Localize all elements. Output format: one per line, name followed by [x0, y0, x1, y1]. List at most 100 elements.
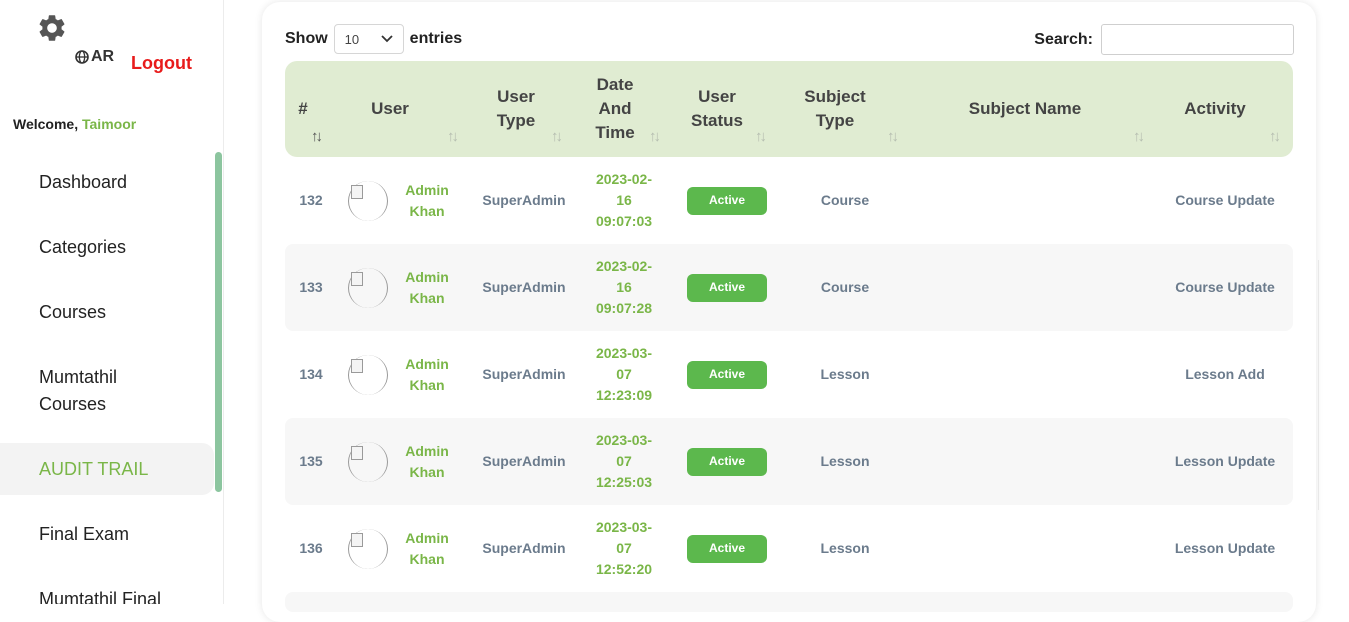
cell-date-time: 2023-02- 16 09:07:28	[583, 244, 665, 331]
table-row[interactable]: 136 Admin Khan SuperAdmin 2023-03- 07 12…	[285, 505, 1293, 592]
sidebar-item-mumtathil-courses[interactable]: Mumtathil Courses	[0, 345, 170, 437]
sort-icon: ↑↓	[1133, 128, 1145, 145]
date-part: 2023-02-	[595, 171, 653, 187]
cell-user[interactable]: Admin Khan	[395, 157, 459, 244]
page-length-select[interactable]: 10	[333, 24, 404, 54]
user-avatar	[347, 505, 389, 592]
cell-subject-type: Lesson	[820, 453, 870, 469]
column-header-id[interactable]: # ↑↓	[285, 61, 323, 157]
date-day: 16	[616, 279, 632, 295]
table-row[interactable]: 135 Admin Khan SuperAdmin 2023-03- 07 12…	[285, 418, 1293, 505]
welcome-prefix: Welcome,	[13, 116, 79, 132]
cell-activity: Lesson Update	[1174, 453, 1276, 469]
show-label: Show	[285, 30, 328, 47]
cell-user-type: SuperAdmin	[482, 540, 566, 556]
cell-user[interactable]: Admin Khan	[395, 244, 459, 331]
cell-subject-name	[915, 331, 1135, 418]
cell-user-type: SuperAdmin	[482, 366, 566, 382]
cell-user[interactable]: Admin Khan	[395, 505, 459, 592]
audit-trail-card: Show 10 entries Search: # ↑↓ User ↑↓ Use…	[262, 2, 1316, 622]
gear-icon[interactable]	[36, 12, 68, 44]
cell-subject-name	[915, 244, 1135, 331]
cell-activity: Course Update	[1175, 279, 1275, 295]
language-switch[interactable]: AR	[74, 48, 114, 66]
logout-link[interactable]: Logout	[131, 53, 192, 74]
column-header-user-status[interactable]: User Status ↑↓	[677, 61, 767, 157]
date-day: 07	[616, 453, 632, 469]
cell-user[interactable]: Admin Khan	[395, 331, 459, 418]
column-header-label: User Type	[496, 87, 536, 130]
time-part: 12:52:20	[595, 561, 653, 577]
column-header-label: Date And Time	[595, 75, 635, 142]
cell-subject-name	[915, 157, 1135, 244]
cell-user-type: SuperAdmin	[482, 453, 566, 469]
cell-id: 135	[299, 453, 323, 469]
sidebar: AR Logout Welcome, Taimoor Dashboard Cat…	[0, 0, 224, 604]
cell-user[interactable]: Admin Khan	[395, 418, 459, 505]
column-header-date-time[interactable]: Date And Time ↑↓	[585, 61, 661, 157]
sort-icon: ↑↓	[447, 128, 459, 145]
welcome-text: Welcome, Taimoor	[13, 116, 136, 132]
sidebar-item-final-exam[interactable]: Final Exam	[0, 502, 214, 567]
user-avatar	[347, 157, 389, 244]
column-header-label: Subject Name	[968, 99, 1082, 118]
avatar	[348, 528, 388, 569]
search-input[interactable]	[1101, 24, 1294, 55]
sort-icon: ↑↓	[1269, 128, 1281, 145]
sidebar-nav: Dashboard Categories Courses Mumtathil C…	[0, 150, 214, 604]
cell-id: 136	[299, 540, 323, 556]
entries-label: entries	[409, 30, 463, 47]
date-day: 07	[616, 540, 632, 556]
column-header-subject-type[interactable]: Subject Type ↑↓	[797, 61, 899, 157]
table-row[interactable]: 133 Admin Khan SuperAdmin 2023-02- 16 09…	[285, 244, 1293, 331]
page-length-control: Show 10 entries	[285, 24, 462, 54]
column-header-label: #	[298, 99, 308, 118]
sidebar-item-mumtathil-final[interactable]: Mumtathil Final	[0, 567, 214, 604]
user-name: Admin Khan	[405, 181, 449, 219]
user-avatar	[347, 418, 389, 505]
column-header-activity[interactable]: Activity ↑↓	[1165, 61, 1281, 157]
table-body: 132 Admin Khan SuperAdmin 2023-02- 16 09…	[285, 157, 1293, 612]
avatar	[348, 354, 388, 395]
sidebar-item-dashboard[interactable]: Dashboard	[0, 150, 214, 215]
date-part: 2023-03-	[595, 432, 653, 448]
date-part: 2023-03-	[595, 345, 653, 361]
sort-icon: ↑↓	[551, 128, 563, 145]
cell-subject-type: Lesson	[820, 366, 870, 382]
column-header-user-type[interactable]: User Type ↑↓	[475, 61, 563, 157]
date-day: 07	[616, 366, 632, 382]
table-row-partial	[285, 592, 1293, 612]
sidebar-item-courses[interactable]: Courses	[0, 280, 214, 345]
user-name: Admin Khan	[405, 355, 449, 393]
cell-date-time: 2023-03- 07 12:52:20	[583, 505, 665, 592]
cell-date-time: 2023-02- 16 09:07:03	[583, 157, 665, 244]
cell-user-type: SuperAdmin	[482, 279, 566, 295]
sort-icon: ↑↓	[755, 128, 767, 145]
user-name: Admin Khan	[405, 268, 449, 306]
avatar	[348, 267, 388, 308]
cell-user-type: SuperAdmin	[482, 192, 566, 208]
status-badge: Active	[687, 447, 767, 476]
sidebar-scrollbar[interactable]	[215, 152, 222, 492]
search-control: Search:	[1034, 24, 1294, 55]
cell-subject-type: Course	[820, 192, 870, 208]
globe-icon	[75, 50, 89, 64]
date-part: 2023-02-	[595, 258, 653, 274]
cell-status: Active	[677, 505, 777, 592]
sidebar-item-audit-trail[interactable]: AUDIT TRAIL	[0, 443, 214, 495]
column-header-user[interactable]: User ↑↓	[345, 61, 459, 157]
page-length-value: 10	[344, 31, 360, 47]
avatar	[348, 441, 388, 482]
cell-subject-name	[915, 505, 1135, 592]
avatar	[348, 180, 388, 221]
cell-status: Active	[677, 331, 777, 418]
cell-subject-type: Course	[820, 279, 870, 295]
sidebar-item-categories[interactable]: Categories	[0, 215, 214, 280]
table-row[interactable]: 134 Admin Khan SuperAdmin 2023-03- 07 12…	[285, 331, 1293, 418]
user-name: Admin Khan	[405, 442, 449, 480]
table-row[interactable]: 132 Admin Khan SuperAdmin 2023-02- 16 09…	[285, 157, 1293, 244]
cell-id: 133	[299, 279, 323, 295]
time-part: 09:07:28	[595, 300, 653, 316]
column-header-subject-name[interactable]: Subject Name ↑↓	[915, 61, 1145, 157]
cell-activity: Lesson Add	[1185, 366, 1265, 382]
